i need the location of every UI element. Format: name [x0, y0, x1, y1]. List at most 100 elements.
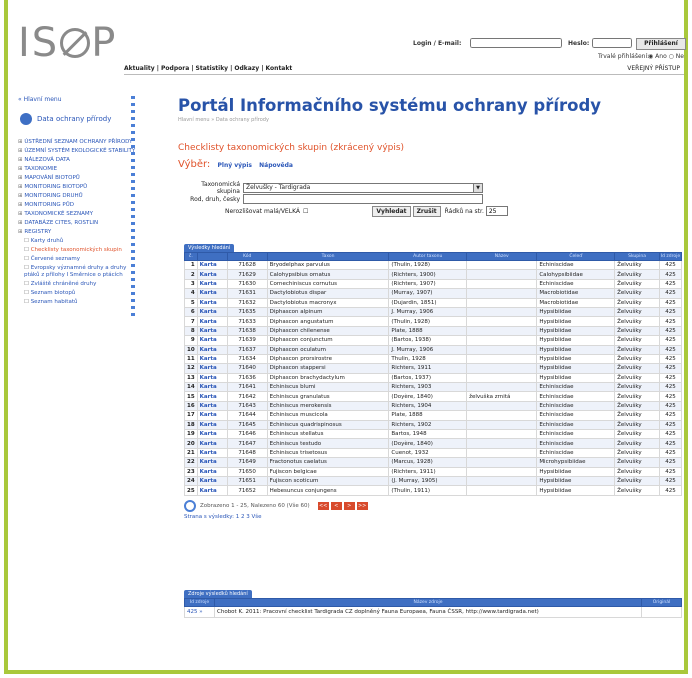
remember-options[interactable]: ◉ Ano ○ Ne [648, 53, 684, 60]
column-header[interactable]: č. [184, 252, 198, 261]
table-row: 13 Karta 71636 Diphascon brachydactylum (Bar… [184, 372, 682, 384]
column-header[interactable]: Čeleď [536, 252, 616, 261]
table-row: 9 Karta 71639 Diphascon conjunctum (Bartos, … [184, 335, 682, 346]
table-cell: 19 [184, 429, 198, 440]
sidebar-item[interactable]: Monitoring druhů [18, 193, 138, 200]
karta-link[interactable]: Karta [196, 447, 228, 459]
karta-link[interactable]: Karta [196, 344, 228, 355]
login-label: Login / E-mail: [413, 40, 462, 47]
nav-podpora[interactable]: Podpora [161, 65, 189, 72]
pager-button[interactable]: >> [356, 501, 368, 510]
column-header[interactable]: Skupina [614, 252, 660, 261]
karta-link[interactable]: Karta [196, 410, 228, 421]
table-cell: Bryodelphax parvulus [266, 259, 390, 271]
results-tab[interactable]: Výsledky hledání [184, 244, 235, 252]
karta-link[interactable]: Karta [196, 391, 228, 402]
karta-link[interactable]: Karta [196, 259, 228, 271]
sidebar-item[interactable]: Mapování biotopů [18, 175, 138, 182]
login-input[interactable] [470, 38, 562, 48]
karta-link[interactable]: Karta [196, 466, 228, 478]
sidebar-item[interactable]: Nálezová data [18, 157, 138, 164]
karta-link[interactable]: Karta [196, 429, 228, 440]
column-header[interactable]: Autor taxonu [388, 252, 468, 261]
column-header[interactable]: Kód [226, 252, 268, 261]
sidebar-subitem[interactable]: Checklisty taxonomických skupin [24, 247, 138, 254]
full-listing-link[interactable]: Plný výpis [217, 162, 251, 169]
clear-button[interactable]: Zrušit [412, 205, 441, 217]
sidebar-item[interactable]: Taxonomické seznamy [18, 211, 138, 218]
sidebar-subitem[interactable]: Seznam biotopů [24, 290, 138, 297]
karta-link[interactable]: Karta [196, 400, 228, 412]
sidebar-subitem[interactable]: Zvláště chráněné druhy [24, 281, 138, 288]
db-title[interactable]: Data ochrany přírody [20, 113, 138, 125]
karta-link[interactable]: Karta [196, 475, 228, 487]
search-input[interactable] [243, 194, 483, 204]
nav-kontakt[interactable]: Kontakt [266, 65, 293, 72]
karta-link[interactable]: Karta [196, 438, 228, 449]
table-cell: (Thulin, 1911) [388, 485, 468, 496]
breadcrumb[interactable]: Hlavní menu » Data ochrany přírody [178, 117, 688, 123]
sidebar-item[interactable]: Monitoring biotopů [18, 184, 138, 191]
pager-button[interactable]: << [317, 501, 329, 510]
column-header[interactable]: Název [466, 252, 538, 261]
table-cell: (Richters, 1911) [388, 466, 468, 478]
pager-button[interactable]: < [330, 501, 342, 510]
karta-link[interactable]: Karta [196, 288, 228, 299]
sidebar-subitem[interactable]: Karty druhů [24, 238, 138, 245]
sidebar-item[interactable]: Registry [18, 229, 138, 236]
password-input[interactable] [592, 38, 632, 48]
nav-odkazy[interactable]: Odkazy [234, 65, 259, 72]
column-header[interactable]: Taxon [266, 252, 390, 261]
table-cell: 71640 [226, 363, 268, 374]
table-cell: Cornechiniscus cornutus [266, 278, 390, 290]
karta-link[interactable]: Karta [196, 316, 228, 327]
sidebar-subitem[interactable]: Červené seznamy [24, 256, 138, 263]
karta-link[interactable]: Karta [196, 457, 228, 468]
karta-link[interactable]: Karta [196, 297, 228, 308]
karta-link[interactable]: Karta [196, 485, 228, 496]
sidebar-item[interactable]: Monitoring půd [18, 202, 138, 209]
sidebar-item[interactable]: Databáze CITES, ROSTLIN [18, 220, 138, 227]
karta-link[interactable]: Karta [196, 353, 228, 365]
karta-link[interactable]: Karta [196, 419, 228, 431]
sources-tab[interactable]: Zdroje výsledků hledání [184, 590, 252, 598]
column-header[interactable] [196, 252, 228, 261]
table-cell: Želvušky [614, 316, 660, 327]
isop-logo[interactable]: IS P [18, 20, 117, 66]
rows-input[interactable] [485, 206, 508, 216]
sidebar-subitem[interactable]: Evropsky významné druhy a druhy ptáků z … [24, 265, 138, 279]
pager-button[interactable]: > [343, 501, 355, 510]
table-cell: (Bartos, 1938) [388, 335, 468, 346]
karta-link[interactable]: Karta [196, 363, 228, 374]
sidebar-subitem[interactable]: Seznam habitatů [24, 299, 138, 306]
table-cell: 425 [659, 466, 682, 478]
sidebar-item[interactable]: Taxonomie [18, 166, 138, 173]
nav-aktuality[interactable]: Aktuality [124, 65, 155, 72]
sidebar-item[interactable]: Ústřední seznam ochrany přírody [18, 139, 138, 146]
karta-link[interactable]: Karta [196, 306, 228, 318]
table-cell: Diphascon alpinum [266, 306, 390, 318]
table-cell: 425 [659, 457, 682, 468]
home-menu-link[interactable]: « Hlavní menu [18, 96, 138, 103]
search-button[interactable]: Vyhledat [372, 205, 411, 217]
table-cell: Želvušky [614, 363, 660, 374]
karta-link[interactable]: Karta [196, 372, 228, 384]
table-cell: Bartos, 1948 [388, 429, 468, 440]
pages-links[interactable]: Strana s výsledky: 1 2 3 Vše [184, 514, 682, 520]
group-select[interactable]: Želvušky - Tardigrada ▼ [243, 183, 483, 193]
table-cell [466, 372, 538, 384]
help-link[interactable]: Nápověda [259, 162, 293, 169]
login-button[interactable]: Přihlášení [636, 38, 686, 50]
nav-statistiky[interactable]: Statistiky [196, 65, 229, 72]
karta-link[interactable]: Karta [196, 325, 228, 337]
source-id-link[interactable]: 425 » [184, 606, 215, 618]
case-checkbox[interactable]: ☐ [303, 208, 308, 215]
sidebar-item[interactable]: Územní systém ekologické stability [18, 148, 138, 155]
column-header[interactable]: Id zdroje [659, 252, 682, 261]
table-cell: Echiniscus muscicola [266, 410, 390, 421]
karta-link[interactable]: Karta [196, 335, 228, 346]
karta-link[interactable]: Karta [196, 278, 228, 290]
karta-link[interactable]: Karta [196, 382, 228, 393]
table-cell: Želvušky [614, 372, 660, 384]
karta-link[interactable]: Karta [196, 269, 228, 280]
